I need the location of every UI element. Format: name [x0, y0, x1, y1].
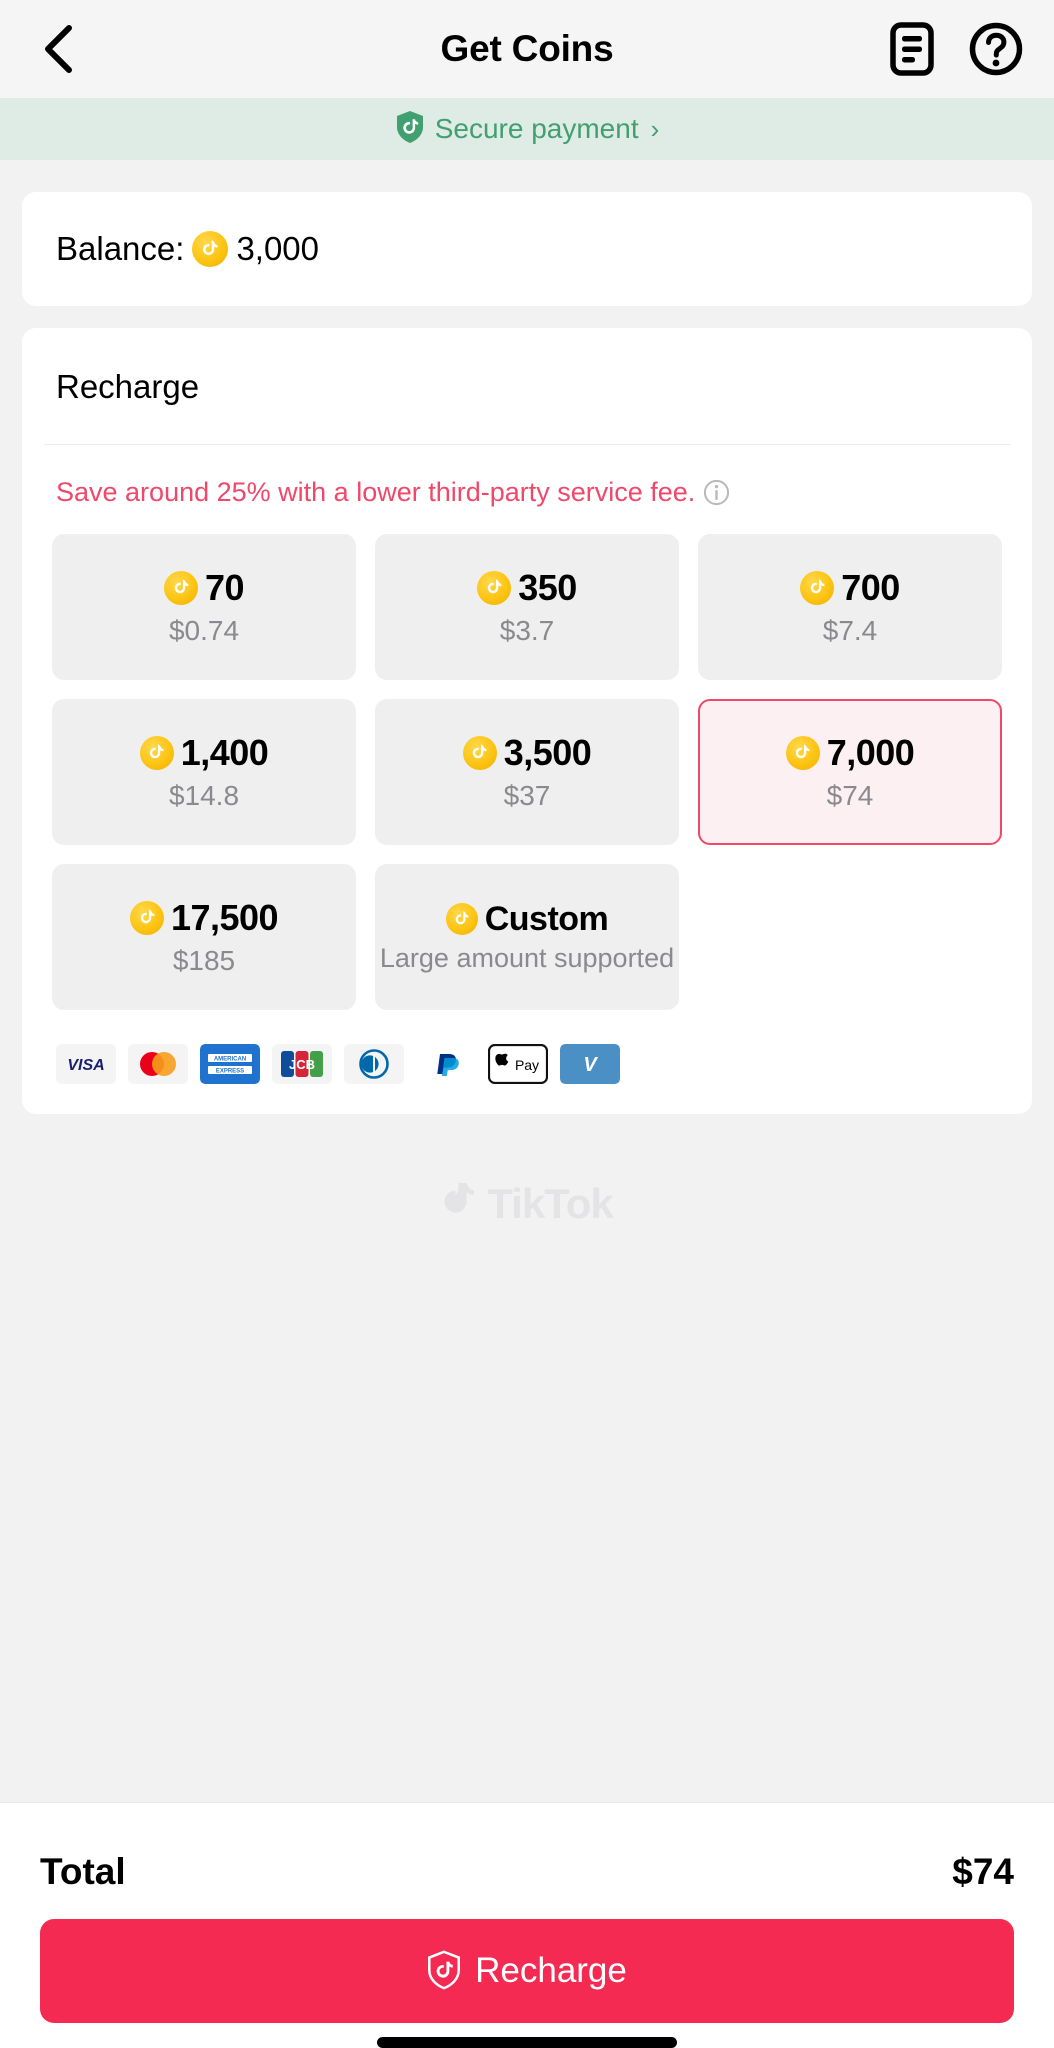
watermark-label: TikTok: [487, 1180, 613, 1227]
svg-text:AMERICAN: AMERICAN: [214, 1057, 246, 1063]
secure-payment-banner[interactable]: Secure payment ›: [0, 98, 1054, 160]
svg-text:EXPRESS: EXPRESS: [216, 1069, 244, 1075]
tile-price: $7.4: [822, 615, 878, 646]
recharge-button[interactable]: Recharge: [40, 1919, 1014, 2023]
balance-row: Balance: 3,000: [56, 230, 998, 268]
tiktok-coin-icon: [785, 736, 820, 770]
tiktok-coin-icon: [477, 571, 512, 605]
balance-label: Balance:: [56, 230, 185, 267]
tile-price: $185: [172, 945, 236, 976]
tiktok-coin-icon: [163, 571, 198, 605]
chevron-right-icon: ›: [650, 113, 660, 144]
tile-coin-amount: 700: [841, 567, 900, 608]
checkout-bar: Total $74 Recharge: [0, 1802, 1054, 2048]
tile-coin-amount: 3,500: [503, 732, 592, 773]
recharge-card: Recharge Save around 25% with a lower th…: [22, 328, 1032, 1114]
main-content: Balance: 3,000 Recharge Save around 25% …: [0, 160, 1054, 1802]
tile-coin-amount: 350: [518, 567, 577, 608]
tile-price: $37: [503, 780, 551, 811]
svg-text:V: V: [583, 1054, 598, 1076]
mastercard-logo: [128, 1044, 188, 1084]
tiktok-coin-icon: [139, 736, 174, 770]
jcb-logo: JCB: [272, 1044, 332, 1084]
shield-tiktok-icon: [395, 110, 425, 149]
tile-price: $3.7: [499, 615, 555, 646]
coin-package-tile[interactable]: Custom Large amount supported: [375, 864, 679, 1010]
coin-package-tile[interactable]: 17,500 $185: [52, 864, 356, 1010]
balance-amount: 3,000: [236, 230, 320, 267]
american-express-logo: AMERICAN EXPRESS: [200, 1044, 260, 1084]
coin-package-tile[interactable]: 3,500 $37: [375, 699, 679, 845]
tile-amount-row: 7,000: [785, 732, 915, 774]
tiktok-watermark: TikTok: [0, 1180, 1054, 1228]
tile-custom-subtitle: Large amount supported: [379, 942, 675, 973]
tile-price: $74: [826, 780, 874, 811]
apple-pay-logo: Pay: [488, 1044, 548, 1084]
recharge-section-title: Recharge: [56, 368, 200, 405]
paypal-logo: [416, 1044, 476, 1084]
total-row: Total $74: [40, 1833, 1014, 1919]
tile-coin-amount: 1,400: [180, 732, 269, 773]
tile-amount-row: 350: [477, 567, 577, 609]
back-button[interactable]: [30, 21, 86, 77]
tile-coin-amount: Custom: [484, 899, 609, 938]
secure-payment-label: Secure payment: [434, 113, 639, 144]
promo-banner[interactable]: Save around 25% with a lower third-party…: [22, 445, 1032, 534]
coin-package-tile[interactable]: 7,000 $74: [698, 699, 1002, 845]
tile-coin-amount: 17,500: [170, 897, 279, 938]
balance-card: Balance: 3,000: [22, 192, 1032, 306]
header-actions: [884, 21, 1024, 77]
tiktok-coin-icon: [445, 903, 478, 936]
get-coins-screen: Get Coins Secure payment › Balance: 3,00…: [0, 0, 1054, 2048]
recharge-button-label: Recharge: [475, 1951, 627, 1990]
venmo-logo: V: [560, 1044, 620, 1084]
tiktok-coin-icon: [462, 736, 497, 770]
total-label: Total: [40, 1851, 126, 1892]
tile-price: $14.8: [168, 780, 240, 811]
home-indicator: [377, 2037, 677, 2048]
coin-package-tile[interactable]: 70 $0.74: [52, 534, 356, 680]
tiktok-note-icon: [441, 1181, 477, 1228]
help-circle-icon[interactable]: [968, 21, 1024, 77]
tile-price: $0.74: [168, 615, 240, 646]
tile-amount-row: 700: [800, 567, 900, 609]
shield-tiktok-icon: [427, 1950, 461, 1993]
coin-package-tile[interactable]: 350 $3.7: [375, 534, 679, 680]
diners-club-logo: [344, 1044, 404, 1084]
payment-methods-row: VISA AMERICAN EXPRESS JCB Pay V: [22, 1010, 1032, 1084]
coin-package-grid: 70 $0.74 350 $3.7 700 $7.4 1,400 $14.8 3,500 $37 7…: [22, 534, 1032, 1010]
svg-text:Pay: Pay: [515, 1057, 539, 1073]
tile-amount-row: 1,400: [139, 732, 269, 774]
tiktok-coin-icon: [129, 901, 164, 935]
svg-text:VISA: VISA: [67, 1057, 104, 1074]
tile-coin-amount: 7,000: [826, 732, 915, 773]
info-circle-icon[interactable]: [703, 479, 730, 506]
tile-amount-row: 17,500: [129, 897, 279, 939]
total-value: $74: [952, 1851, 1014, 1892]
coin-package-tile[interactable]: 700 $7.4: [698, 534, 1002, 680]
coin-package-tile[interactable]: 1,400 $14.8: [52, 699, 356, 845]
tile-coin-amount: 70: [204, 567, 245, 608]
tile-amount-row: Custom: [445, 899, 609, 939]
visa-logo: VISA: [56, 1044, 116, 1084]
svg-text:JCB: JCB: [289, 1057, 315, 1072]
tile-amount-row: 70: [163, 567, 245, 609]
tiktok-coin-icon: [800, 571, 835, 605]
promo-text: Save around 25% with a lower third-party…: [56, 477, 696, 507]
tile-amount-row: 3,500: [462, 732, 592, 774]
app-header: Get Coins: [0, 0, 1054, 98]
records-document-icon[interactable]: [884, 21, 940, 77]
tiktok-coin-icon: [192, 231, 229, 267]
